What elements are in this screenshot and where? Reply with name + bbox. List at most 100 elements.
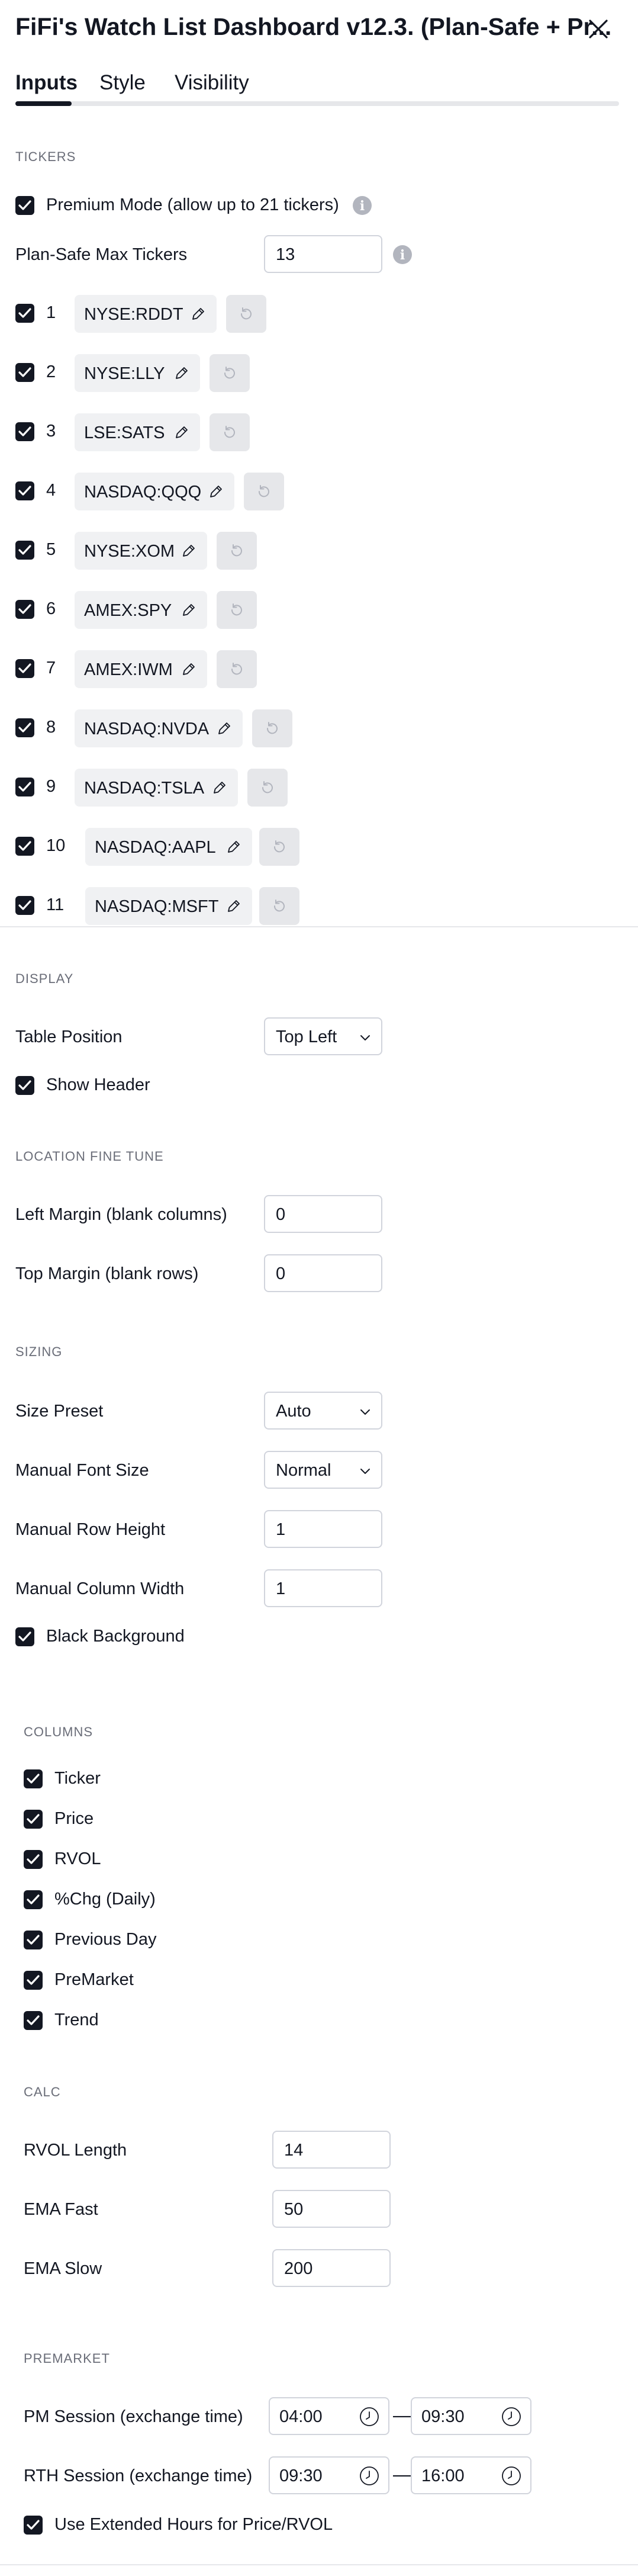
black-background-checkbox[interactable] xyxy=(15,1627,34,1646)
ticker-checkbox[interactable] xyxy=(15,896,34,915)
info-icon[interactable]: i xyxy=(393,245,412,264)
ticker-checkbox[interactable] xyxy=(15,422,34,441)
ticker-symbol-chip[interactable]: NASDAQ:NVDA xyxy=(75,709,243,747)
ticker-checkbox[interactable] xyxy=(15,718,34,737)
ticker-symbol-chip[interactable]: NASDAQ:TSLA xyxy=(75,769,238,807)
ema-slow-label: EMA Slow xyxy=(24,2259,102,2278)
tab-active-indicator xyxy=(15,101,72,106)
pm-session-start-input[interactable]: 04:00 xyxy=(269,2397,389,2435)
row-height-label: Manual Row Height xyxy=(15,1520,166,1539)
ticker-symbol-chip[interactable]: NYSE:LLY xyxy=(75,354,200,392)
ticker-checkbox[interactable] xyxy=(15,541,34,560)
rvol-length-value: 14 xyxy=(284,2141,304,2160)
reset-icon xyxy=(266,722,278,734)
size-preset-value: Auto xyxy=(276,1402,311,1421)
top-margin-input[interactable]: 0 xyxy=(264,1254,382,1292)
row-height-input[interactable]: 1 xyxy=(264,1510,382,1548)
table-position-select[interactable]: Top Left xyxy=(264,1017,382,1055)
premium-mode-label: Premium Mode (allow up to 21 tickers) xyxy=(46,195,339,214)
reset-button[interactable] xyxy=(226,295,266,333)
reset-button[interactable] xyxy=(244,473,284,510)
dialog-title: FiFi's Watch List Dashboard v12.3. (Plan… xyxy=(15,13,612,40)
ticker-checkbox[interactable] xyxy=(15,600,34,619)
ticker-symbol: NASDAQ:TSLA xyxy=(84,779,205,798)
ticker-checkbox[interactable] xyxy=(15,481,34,500)
ticker-symbol-chip[interactable]: NYSE:XOM xyxy=(75,532,207,570)
max-tickers-input[interactable]: 13 xyxy=(264,235,382,273)
section-heading-columns: COLUMNS xyxy=(24,1724,94,1739)
ticker-checkbox[interactable] xyxy=(15,837,34,856)
chevron-down-icon xyxy=(360,1469,370,1474)
rvol-length-input[interactable]: 14 xyxy=(272,2131,391,2169)
reset-button[interactable] xyxy=(217,650,257,688)
font-size-select[interactable]: Normal xyxy=(264,1451,382,1489)
pencil-icon xyxy=(228,900,240,912)
column-premarket-checkbox[interactable] xyxy=(24,1971,43,1990)
ticker-checkbox[interactable] xyxy=(15,363,34,382)
column-previous-day-checkbox[interactable] xyxy=(24,1931,43,1949)
pm-session-end-value: 09:30 xyxy=(421,2407,465,2426)
pencil-icon xyxy=(214,782,225,794)
section-heading-location: LOCATION FINE TUNE xyxy=(15,1149,164,1164)
table-position-value: Top Left xyxy=(276,1027,337,1046)
col-width-value: 1 xyxy=(276,1579,286,1598)
show-header-checkbox[interactable] xyxy=(15,1076,34,1095)
ticker-symbol: NYSE:LLY xyxy=(84,364,165,383)
ticker-symbol-chip[interactable]: NASDAQ:QQQ xyxy=(75,473,234,510)
reset-button[interactable] xyxy=(259,887,299,925)
ticker-symbol-chip[interactable]: AMEX:SPY xyxy=(75,591,207,629)
left-margin-input[interactable]: 0 xyxy=(264,1195,382,1233)
ticker-checkbox[interactable] xyxy=(15,778,34,796)
column-chg-checkbox[interactable] xyxy=(24,1890,43,1909)
ticker-number: 2 xyxy=(46,362,56,381)
column-rvol-checkbox[interactable] xyxy=(24,1850,43,1869)
ticker-symbol-chip[interactable]: NASDAQ:AAPL xyxy=(85,828,252,866)
ticker-number: 8 xyxy=(46,718,56,737)
ticker-symbol-chip[interactable]: NASDAQ:MSFT xyxy=(85,887,252,925)
pencil-icon xyxy=(183,545,195,557)
extended-hours-checkbox[interactable] xyxy=(24,2516,43,2535)
clock-icon xyxy=(502,2466,521,2485)
pm-session-end-input[interactable]: 09:30 xyxy=(411,2397,531,2435)
reset-button[interactable] xyxy=(210,354,250,392)
premium-mode-checkbox[interactable] xyxy=(15,196,34,215)
max-tickers-value: 13 xyxy=(276,245,295,264)
ticker-symbol-chip[interactable]: NYSE:RDDT xyxy=(75,295,217,333)
rth-session-start-value: 09:30 xyxy=(279,2466,323,2485)
tab-style[interactable]: Style xyxy=(99,71,146,95)
reset-button[interactable] xyxy=(252,709,292,747)
reset-button[interactable] xyxy=(217,532,257,570)
column-ticker-label: Ticker xyxy=(54,1769,101,1788)
column-trend-checkbox[interactable] xyxy=(24,2011,43,2030)
font-size-label: Manual Font Size xyxy=(15,1461,149,1480)
reset-button[interactable] xyxy=(217,591,257,629)
ticker-checkbox[interactable] xyxy=(15,659,34,678)
close-icon[interactable] xyxy=(585,15,612,43)
rth-session-end-input[interactable]: 16:00 xyxy=(411,2456,531,2494)
rth-session-start-input[interactable]: 09:30 xyxy=(269,2456,389,2494)
size-preset-select[interactable]: Auto xyxy=(264,1392,382,1430)
tab-visibility[interactable]: Visibility xyxy=(175,71,249,95)
section-divider xyxy=(0,2564,638,2565)
tab-inputs[interactable]: Inputs xyxy=(15,71,78,95)
column-price-checkbox[interactable] xyxy=(24,1810,43,1829)
ticker-symbol-chip[interactable]: AMEX:IWM xyxy=(75,650,207,688)
pencil-icon xyxy=(210,486,222,497)
ticker-symbol-chip[interactable]: LSE:SATS xyxy=(75,413,200,451)
max-tickers-label: Plan-Safe Max Tickers xyxy=(15,245,188,264)
ticker-checkbox[interactable] xyxy=(15,304,34,323)
col-width-input[interactable]: 1 xyxy=(264,1569,382,1607)
reset-icon xyxy=(224,426,235,438)
pencil-icon xyxy=(183,604,195,616)
ema-slow-input[interactable]: 200 xyxy=(272,2249,391,2287)
reset-icon xyxy=(224,367,235,379)
info-icon[interactable]: i xyxy=(353,196,372,215)
reset-button[interactable] xyxy=(210,413,250,451)
column-ticker-checkbox[interactable] xyxy=(24,1769,43,1788)
range-separator: — xyxy=(393,2463,412,2485)
reset-button[interactable] xyxy=(247,769,288,807)
pencil-icon xyxy=(228,841,240,853)
ema-fast-input[interactable]: 50 xyxy=(272,2190,391,2228)
column-previous-day-label: Previous Day xyxy=(54,1930,157,1949)
reset-button[interactable] xyxy=(259,828,299,866)
